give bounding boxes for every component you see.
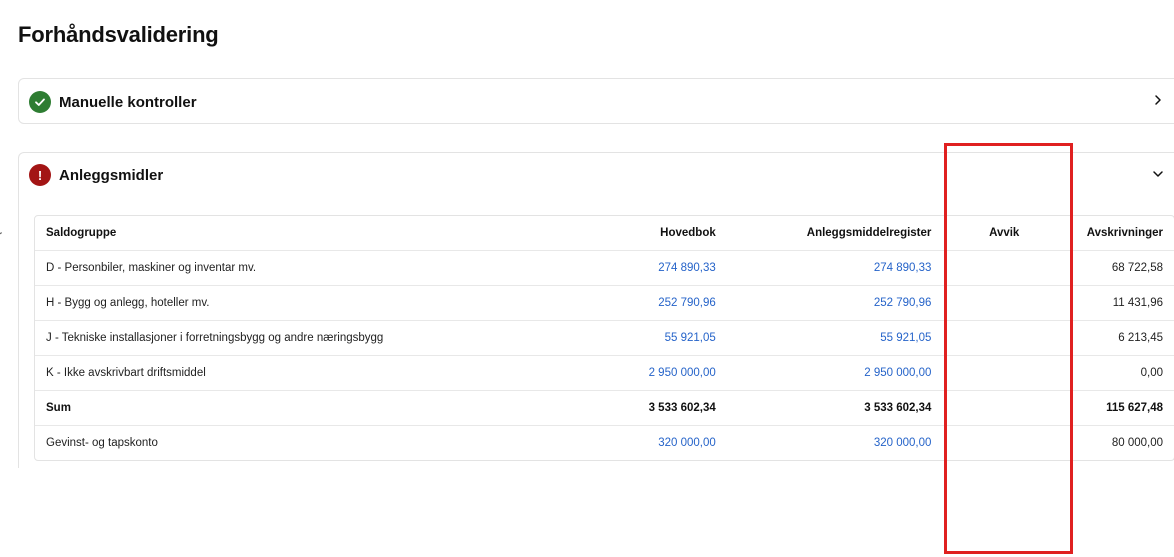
cell-depreciation: 6 213,45: [1066, 320, 1174, 356]
table-row: Gevinst- og tapskonto 320 000,00 320 000…: [35, 425, 1174, 460]
table-row-sum: Sum 3 533 602,34 3 533 602,34 115 627,48: [35, 390, 1174, 426]
table-row: H - Bygg og anlegg, hoteller mv. 252 790…: [35, 285, 1174, 321]
cell-ledger-link[interactable]: 320 000,00: [564, 425, 727, 460]
cell-ledger-link[interactable]: 274 890,33: [564, 250, 727, 286]
cell-depreciation: 80 000,00: [1111, 436, 1163, 449]
cell-register-link[interactable]: 252 790,96: [726, 285, 943, 321]
header-anleggsmiddelregister: Anleggsmiddelregister: [726, 216, 943, 251]
cell-group: K - Ikke avskrivbart driftsmiddel: [35, 355, 565, 391]
cell-group: Sum: [35, 390, 565, 426]
check-icon: [29, 91, 51, 113]
left-stub-text: r: [0, 228, 2, 242]
cell-deviation: [942, 250, 1067, 286]
manual-checks-panel[interactable]: Manuelle kontroller: [18, 78, 1174, 124]
cell-register: 3 533 602,34: [726, 390, 943, 426]
assets-title: Anleggsmidler: [59, 166, 164, 184]
cell-group: D - Personbiler, maskiner og inventar mv…: [35, 250, 565, 286]
table-row: D - Personbiler, maskiner og inventar mv…: [35, 250, 1174, 286]
chevron-right-icon[interactable]: [1151, 93, 1165, 107]
cell-deviation: [942, 285, 1067, 321]
manual-checks-title: Manuelle kontroller: [59, 93, 197, 111]
cell-group: J - Tekniske installasjoner i forretning…: [35, 320, 565, 356]
header-avvik: Avvik: [942, 216, 1067, 251]
assets-table: Saldogruppe Hovedbok Anleggsmiddelregist…: [34, 215, 1174, 461]
table-header-row: Saldogruppe Hovedbok Anleggsmiddelregist…: [35, 216, 1174, 251]
cell-register-link[interactable]: 55 921,05: [726, 320, 943, 356]
cell-ledger: 3 533 602,34: [564, 390, 727, 426]
cell-deviation: [942, 425, 1066, 460]
table-row: K - Ikke avskrivbart driftsmiddel 2 950 …: [35, 355, 1174, 391]
cell-ledger-link[interactable]: 2 950 000,00: [564, 355, 727, 391]
cell-depreciation: 115 627,48: [1066, 390, 1174, 426]
cell-depreciation: 11 431,96: [1066, 285, 1174, 321]
page-title: Forhåndsvalidering: [18, 22, 219, 47]
header-avskrivninger: Avskrivninger: [1066, 216, 1174, 251]
cell-ledger-link[interactable]: 252 790,96: [564, 285, 727, 321]
error-icon: !: [29, 164, 51, 186]
cell-ledger-link[interactable]: 55 921,05: [564, 320, 727, 356]
cell-group: Gevinst- og tapskonto: [46, 436, 158, 449]
header-hovedbok: Hovedbok: [564, 216, 727, 251]
assets-panel: ! Anleggsmidler Saldogruppe Hovedbok Anl…: [18, 152, 1174, 468]
cell-register-link[interactable]: 2 950 000,00: [726, 355, 943, 391]
cell-depreciation: 68 722,58: [1066, 250, 1174, 286]
assets-header[interactable]: ! Anleggsmidler: [29, 153, 163, 197]
cell-register-link[interactable]: 274 890,33: [726, 250, 943, 286]
cell-group: H - Bygg og anlegg, hoteller mv.: [35, 285, 565, 321]
cell-deviation: [942, 320, 1067, 356]
cell-register-link[interactable]: 320 000,00: [727, 425, 943, 460]
manual-checks-header[interactable]: Manuelle kontroller: [29, 79, 197, 125]
cell-deviation: [942, 390, 1067, 426]
cell-deviation: [942, 355, 1067, 391]
cell-depreciation: 0,00: [1066, 355, 1174, 391]
table-row: J - Tekniske installasjoner i forretning…: [35, 320, 1174, 356]
header-saldogruppe: Saldogruppe: [35, 216, 565, 251]
chevron-down-icon[interactable]: [1151, 167, 1165, 181]
